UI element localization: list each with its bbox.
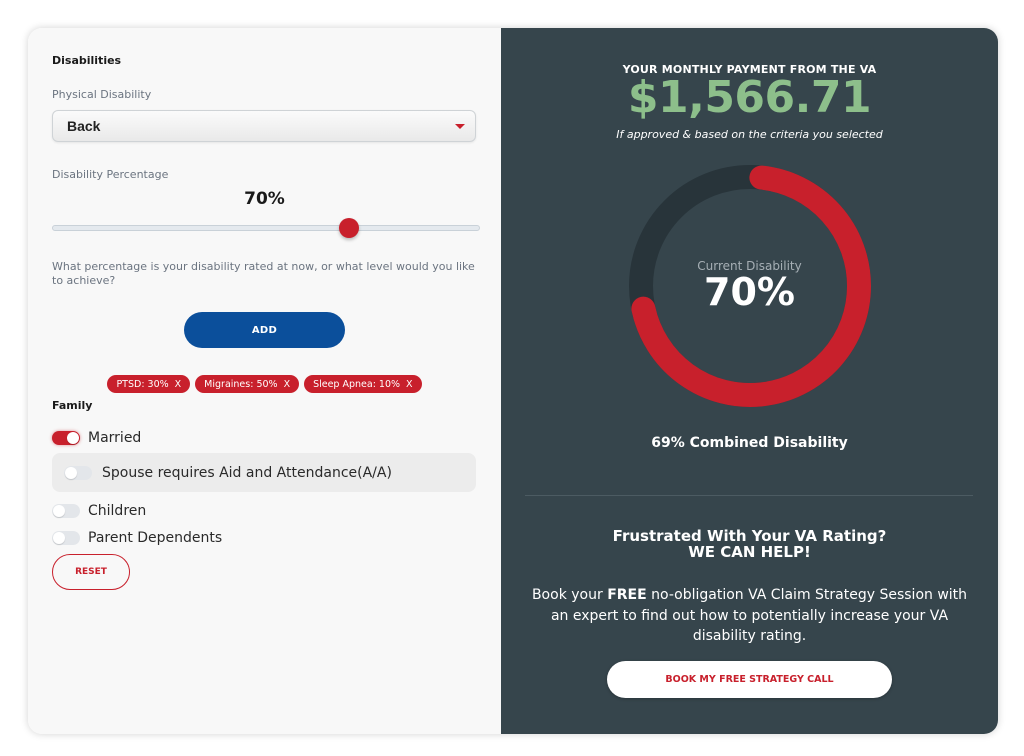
physical-disability-select[interactable]: Back <box>52 110 476 142</box>
remove-chip-icon[interactable]: X <box>175 379 182 390</box>
spouse-aa-toggle[interactable] <box>64 465 92 480</box>
disability-chips: PTSD: 30% X Migraines: 50% X Sleep Apnea… <box>28 375 501 393</box>
book-strategy-call-button[interactable]: BOOK MY FREE STRATEGY CALL <box>607 661 892 698</box>
disability-chip: Migraines: 50% X <box>195 375 300 393</box>
input-panel: Disabilities Physical Disability Back Di… <box>28 28 501 734</box>
disability-chip: Sleep Apnea: 10% X <box>304 375 422 393</box>
calculator-card: Disabilities Physical Disability Back Di… <box>28 28 998 734</box>
caret-down-icon <box>455 124 465 129</box>
physical-disability-label: Physical Disability <box>52 88 152 101</box>
add-button[interactable]: ADD <box>184 312 345 348</box>
chip-label: Migraines: 50% <box>204 378 278 390</box>
results-panel: YOUR MONTHLY PAYMENT FROM THE VA $1,566.… <box>501 28 998 734</box>
toggle-knob <box>53 505 65 517</box>
cta-body-bold: FREE <box>607 587 647 603</box>
married-label: Married <box>88 430 142 446</box>
children-row: Children <box>52 503 146 519</box>
chip-label: Sleep Apnea: 10% <box>313 378 401 390</box>
percentage-slider-track[interactable] <box>52 225 480 231</box>
spouse-aa-row: Spouse requires Aid and Attendance(A/A) <box>52 453 476 492</box>
remove-chip-icon[interactable]: X <box>284 379 291 390</box>
disabilities-heading: Disabilities <box>52 54 122 67</box>
toggle-knob <box>53 532 65 544</box>
reset-button[interactable]: RESET <box>52 554 130 590</box>
divider <box>525 495 973 496</box>
children-toggle[interactable] <box>52 504 80 518</box>
cta-body: Book your FREE no-obligation VA Claim St… <box>525 585 974 647</box>
remove-chip-icon[interactable]: X <box>406 379 413 390</box>
chip-label: PTSD: 30% <box>116 378 169 390</box>
cta-title-line2: WE CAN HELP! <box>688 543 811 561</box>
married-toggle[interactable] <box>52 431 80 445</box>
cta-title-line1: Frustrated With Your VA Rating? <box>612 527 887 545</box>
donut-value: 70% <box>704 270 795 314</box>
toggle-knob <box>67 432 79 444</box>
cta-body-pre: Book your <box>531 587 608 603</box>
parents-row: Parent Dependents <box>52 530 222 546</box>
married-row: Married <box>52 430 141 446</box>
toggle-knob <box>65 466 77 479</box>
cta-title: Frustrated With Your VA Rating? WE CAN H… <box>501 528 998 560</box>
percentage-help-text: What percentage is your disability rated… <box>52 260 475 287</box>
disability-chip: PTSD: 30% X <box>107 375 191 393</box>
spouse-aa-label: Spouse requires Aid and Attendance(A/A) <box>102 464 392 481</box>
children-label: Children <box>88 503 147 519</box>
disability-percentage-label: Disability Percentage <box>52 168 169 181</box>
parents-toggle[interactable] <box>52 531 80 545</box>
family-heading: Family <box>52 399 93 412</box>
percentage-slider-thumb[interactable] <box>338 218 359 238</box>
percentage-readout: 70% <box>244 189 285 209</box>
select-value: Back <box>67 118 101 134</box>
payment-note: If approved & based on the criteria you … <box>616 128 883 141</box>
combined-disability: 69% Combined Disability <box>651 435 848 451</box>
parents-label: Parent Dependents <box>88 530 223 546</box>
monthly-amount: $1,566.71 <box>627 72 872 123</box>
